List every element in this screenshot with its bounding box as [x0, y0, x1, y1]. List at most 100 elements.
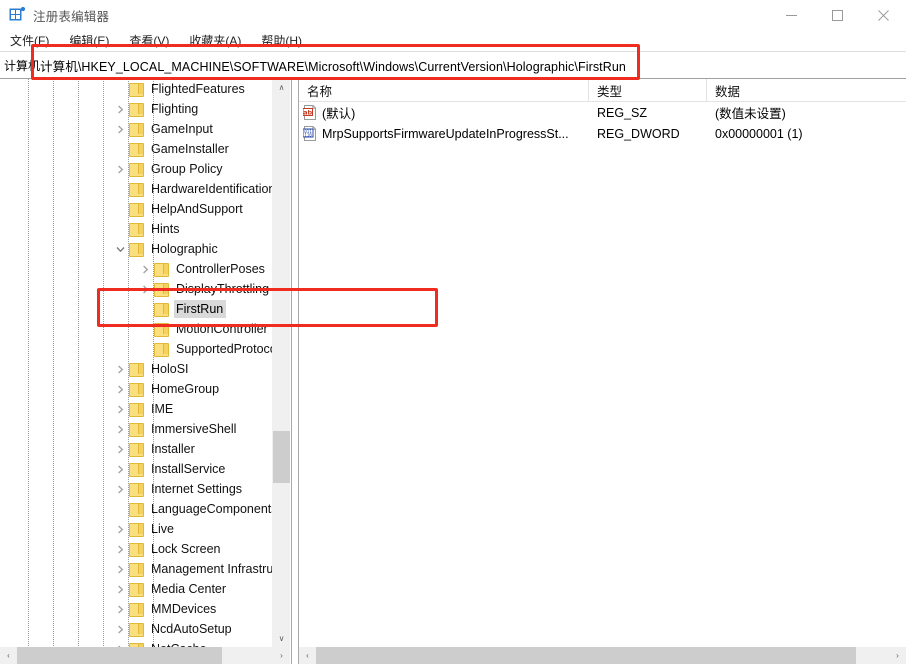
- tree-leaf-spacer: [112, 139, 128, 159]
- value-name-cell: 011110MrpSupportsFirmwareUpdateInProgres…: [299, 126, 589, 141]
- menu-help[interactable]: 帮助(H): [259, 30, 311, 51]
- tree-item-immersiveshell[interactable]: ImmersiveShell: [0, 419, 273, 439]
- column-header-name[interactable]: 名称: [299, 79, 589, 101]
- string-value-icon: ab: [303, 105, 318, 120]
- tree-item-live[interactable]: Live: [0, 519, 273, 539]
- registry-values-pane: 名称 类型 数据 ab(默认)REG_SZ(数值未设置) 011110MrpSup…: [299, 79, 906, 664]
- folder-icon: [128, 242, 144, 256]
- values-column-header: 名称 类型 数据: [299, 79, 906, 102]
- column-header-type[interactable]: 类型: [589, 79, 707, 101]
- value-row[interactable]: 011110MrpSupportsFirmwareUpdateInProgres…: [299, 123, 906, 144]
- minimize-button[interactable]: [768, 0, 814, 30]
- tree-item-label: SupportedProtocols: [174, 340, 273, 358]
- tree-scroll-left-arrow[interactable]: ‹: [0, 647, 17, 664]
- pane-splitter[interactable]: [291, 79, 299, 664]
- chevron-right-icon[interactable]: [137, 259, 153, 279]
- chevron-right-icon[interactable]: [112, 119, 128, 139]
- chevron-right-icon[interactable]: [112, 359, 128, 379]
- menu-file[interactable]: 文件(F): [8, 30, 58, 51]
- menu-view[interactable]: 查看(V): [127, 30, 178, 51]
- tree-item-group-policy[interactable]: Group Policy: [0, 159, 273, 179]
- tree-item-firstrun[interactable]: FirstRun: [0, 299, 273, 319]
- chevron-right-icon[interactable]: [112, 159, 128, 179]
- tree-item-internet-settings[interactable]: Internet Settings: [0, 479, 273, 499]
- tree-item-hardwareidentification[interactable]: HardwareIdentification: [0, 179, 273, 199]
- chevron-right-icon[interactable]: [112, 459, 128, 479]
- tree-item-installer[interactable]: Installer: [0, 439, 273, 459]
- chevron-right-icon[interactable]: [112, 99, 128, 119]
- tree-item-label: Flighting: [149, 100, 201, 118]
- menu-favorites[interactable]: 收藏夹(A): [187, 30, 250, 51]
- address-bar-prefix: 计算机: [0, 52, 40, 78]
- chevron-right-icon[interactable]: [112, 599, 128, 619]
- value-row[interactable]: ab(默认)REG_SZ(数值未设置): [299, 102, 906, 123]
- values-hscroll-thumb[interactable]: [316, 647, 856, 664]
- tree-item-label: IME: [149, 400, 176, 418]
- chevron-right-icon[interactable]: [112, 479, 128, 499]
- tree-item-controllerposes[interactable]: ControllerPoses: [0, 259, 273, 279]
- tree-item-mmdevices[interactable]: MMDevices: [0, 599, 273, 619]
- folder-icon: [128, 82, 144, 96]
- tree-item-ime[interactable]: IME: [0, 399, 273, 419]
- folder-icon: [128, 582, 144, 596]
- chevron-right-icon[interactable]: [112, 519, 128, 539]
- tree-hscroll-thumb[interactable]: [17, 647, 222, 664]
- tree-item-flighting[interactable]: Flighting: [0, 99, 273, 119]
- chevron-right-icon[interactable]: [112, 639, 128, 647]
- column-header-data[interactable]: 数据: [707, 79, 906, 101]
- chevron-right-icon[interactable]: [112, 619, 128, 639]
- tree-horizontal-scrollbar[interactable]: ‹ ›: [0, 647, 290, 664]
- tree-scroll-right-arrow[interactable]: ›: [273, 647, 290, 664]
- main-split-area: FlightedFeaturesFlighting GameInputGameIn…: [0, 79, 906, 664]
- chevron-right-icon[interactable]: [112, 379, 128, 399]
- tree-item-motioncontroller[interactable]: MotionController: [0, 319, 273, 339]
- scroll-down-arrow[interactable]: ∨: [273, 630, 290, 647]
- folder-icon: [128, 602, 144, 616]
- scroll-up-arrow[interactable]: ∧: [273, 79, 290, 96]
- chevron-down-icon[interactable]: [112, 239, 128, 259]
- tree-item-label: GameInput: [149, 120, 216, 138]
- registry-tree-pane: FlightedFeaturesFlighting GameInputGameIn…: [0, 79, 291, 664]
- address-input[interactable]: [40, 52, 906, 78]
- tree-vertical-scrollbar[interactable]: ∧ ∨: [272, 79, 290, 647]
- chevron-right-icon[interactable]: [112, 439, 128, 459]
- tree-item-homegroup[interactable]: HomeGroup: [0, 379, 273, 399]
- tree-item-hints[interactable]: Hints: [0, 219, 273, 239]
- chevron-right-icon[interactable]: [112, 399, 128, 419]
- chevron-right-icon[interactable]: [112, 579, 128, 599]
- tree-item-holographic[interactable]: Holographic: [0, 239, 273, 259]
- values-scroll-right-arrow[interactable]: ›: [889, 647, 906, 664]
- chevron-right-icon[interactable]: [112, 559, 128, 579]
- tree-item-installservice[interactable]: InstallService: [0, 459, 273, 479]
- tree-item-gameinput[interactable]: GameInput: [0, 119, 273, 139]
- tree-item-flightedfeatures[interactable]: FlightedFeatures: [0, 79, 273, 99]
- value-type-cell: REG_DWORD: [589, 127, 707, 141]
- maximize-button[interactable]: [814, 0, 860, 30]
- chevron-right-icon[interactable]: [112, 419, 128, 439]
- tree-item-displaythrottling[interactable]: DisplayThrottling: [0, 279, 273, 299]
- tree-item-management-infrastruc[interactable]: Management Infrastruc: [0, 559, 273, 579]
- menu-edit[interactable]: 编辑(E): [67, 30, 118, 51]
- close-button[interactable]: [860, 0, 906, 30]
- chevron-right-icon[interactable]: [112, 539, 128, 559]
- values-horizontal-scrollbar[interactable]: ‹ ›: [299, 647, 906, 664]
- tree-item-netcache[interactable]: NetCache: [0, 639, 273, 647]
- folder-icon: [128, 422, 144, 436]
- tree-item-gameinstaller[interactable]: GameInstaller: [0, 139, 273, 159]
- tree-item-holosi[interactable]: HoloSI: [0, 359, 273, 379]
- values-scroll-left-arrow[interactable]: ‹: [299, 647, 316, 664]
- tree-scroll-thumb[interactable]: [273, 431, 290, 483]
- svg-text:110: 110: [304, 133, 312, 138]
- tree-item-helpandsupport[interactable]: HelpAndSupport: [0, 199, 273, 219]
- address-bar[interactable]: 计算机: [0, 51, 906, 79]
- tree-item-lock-screen[interactable]: Lock Screen: [0, 539, 273, 559]
- tree-item-label: NcdAutoSetup: [149, 620, 235, 638]
- tree-item-languagecomponentsi[interactable]: LanguageComponentsI: [0, 499, 273, 519]
- folder-icon: [128, 522, 144, 536]
- title-bar-left: 注册表编辑器: [0, 6, 109, 25]
- tree-item-supportedprotocols[interactable]: SupportedProtocols: [0, 339, 273, 359]
- tree-item-label: Group Policy: [149, 160, 226, 178]
- chevron-right-icon[interactable]: [137, 279, 153, 299]
- tree-item-ncdautosetup[interactable]: NcdAutoSetup: [0, 619, 273, 639]
- tree-item-media-center[interactable]: Media Center: [0, 579, 273, 599]
